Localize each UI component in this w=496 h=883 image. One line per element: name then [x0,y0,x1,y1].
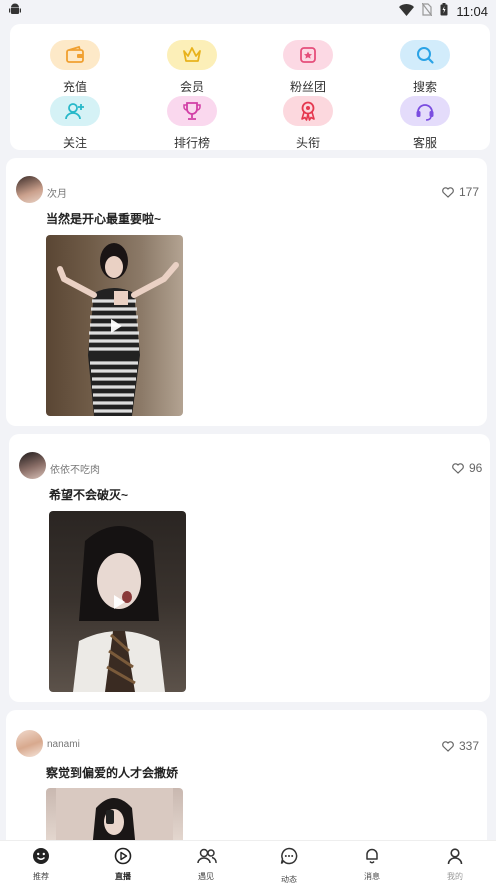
like-count: 96 [469,461,483,475]
wifi-icon [399,3,415,19]
avatar[interactable] [19,452,46,479]
tab-messages[interactable]: 消息 [331,841,413,883]
tab-label: 我的 [447,872,463,881]
like-button[interactable]: 96 [452,461,482,475]
tab-meet[interactable]: 遇见 [165,841,247,883]
post-username[interactable]: 依依不吃肉 [50,461,100,476]
smiley-icon [33,848,49,864]
post-title[interactable]: 当然是开心最重要啦~ [46,210,161,227]
play-circle-icon [114,847,132,865]
badge-icon [283,96,333,126]
bell-icon [366,848,378,864]
like-count: 337 [459,739,480,753]
bottom-tab-bar: 推荐 直播 遇见 动态 消息 我的 [0,840,496,883]
like-button[interactable]: 337 [442,739,479,753]
avatar[interactable] [16,730,43,757]
quick-ranking-button[interactable]: 排行榜 [147,86,237,150]
post-card[interactable]: 依依不吃肉 96 希望不会破灭~ [9,434,490,702]
heart-icon [452,462,464,474]
tab-profile[interactable]: 我的 [414,841,496,883]
post-username[interactable]: nanami [47,739,80,750]
post-title[interactable]: 察觉到偏爱的人才会撒娇 [46,764,178,781]
play-icon [113,594,125,609]
trophy-icon [167,96,217,126]
post-card[interactable]: nanami 337 察觉到偏爱的人才会撒娇 [6,710,487,850]
quick-follow-button[interactable]: 关注 [30,86,120,150]
add-user-icon [50,96,100,126]
quick-support-button[interactable]: 客服 [380,86,470,150]
avatar[interactable] [16,176,43,203]
quick-title-label: 头衔 [295,136,320,150]
tab-label: 直播 [115,872,131,881]
no-sim-icon [421,2,433,19]
clock: 11:04 [456,3,488,19]
quick-recharge-button[interactable]: 充值 [30,30,120,94]
people-icon [197,848,217,864]
search-icon [400,40,450,70]
android-icon [8,2,22,21]
person-icon [447,848,463,865]
tab-recommend[interactable]: 推荐 [0,841,82,883]
quick-ranking-label: 排行榜 [173,136,210,150]
quick-vip-button[interactable]: 会员 [147,30,237,94]
like-button[interactable]: 177 [442,185,479,199]
quick-follow-label: 关注 [62,136,87,150]
tab-live[interactable]: 直播 [82,841,164,883]
post-title[interactable]: 希望不会破灭~ [49,486,128,503]
quick-search-button[interactable]: 搜索 [380,30,470,94]
heart-icon [442,740,454,752]
heart-icon [442,186,454,198]
battery-icon [440,3,448,19]
tab-label: 动态 [281,875,297,883]
headset-icon [400,96,450,126]
play-icon [110,318,122,333]
post-username[interactable]: 次月 [47,185,67,200]
chat-icon [280,847,298,865]
video-thumbnail[interactable] [49,511,186,692]
like-count: 177 [459,185,480,199]
crown-icon [167,40,217,70]
tab-moments[interactable]: 动态 [248,841,330,883]
video-thumbnail[interactable] [46,235,183,416]
quick-title-button[interactable]: 头衔 [263,86,353,150]
quick-menu: 充值 会员 粉丝团 搜索 关注 排行榜 头衔 客服 [10,24,490,150]
status-bar: 11:04 [0,0,496,22]
tab-label: 推荐 [33,872,49,881]
post-card[interactable]: 次月 177 当然是开心最重要啦~ [6,158,487,426]
flag-icon [283,40,333,70]
tab-label: 消息 [364,872,380,881]
tab-label: 遇见 [198,872,214,881]
quick-fanclub-button[interactable]: 粉丝团 [263,30,353,94]
quick-support-label: 客服 [412,136,437,150]
wallet-icon [50,40,100,70]
